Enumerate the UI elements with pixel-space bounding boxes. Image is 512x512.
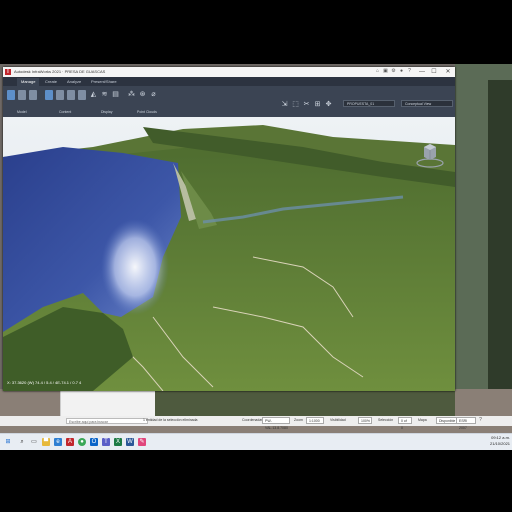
status-value-map[interactable]: Disponible <box>436 417 458 424</box>
windows-start-icon[interactable]: ⊞ <box>4 438 12 446</box>
background-panel <box>60 389 157 419</box>
user-icon[interactable]: ● <box>399 69 404 74</box>
window-title: Autodesk InfraWorks 2021 · PRESA DE GUAS… <box>14 69 106 74</box>
group-label-model: Model <box>17 110 27 114</box>
model-button[interactable] <box>7 90 15 100</box>
search-input[interactable]: Escribe aquí para buscar <box>66 418 148 424</box>
data-sources-button[interactable] <box>45 90 53 100</box>
styles-button[interactable] <box>67 90 75 100</box>
ribbon-panel: Model Content ◭ ≋ ▤ Display ⁂ ⊛ ⌀ Point … <box>3 86 455 118</box>
point-cloud-import-icon[interactable]: ⊛ <box>138 90 147 99</box>
status-label-selection: Selección <box>378 418 394 422</box>
status-bar: Escribe aquí para buscar 1 entidad de la… <box>0 416 512 430</box>
layers-icon[interactable]: ≋ <box>100 90 109 99</box>
table-icon[interactable]: ▤ <box>111 90 120 99</box>
group-label-content: Content <box>59 110 72 114</box>
tab-create[interactable]: Create <box>41 78 61 86</box>
status-label-visibility: Visibilidad <box>330 418 346 422</box>
task-view-icon[interactable]: ▭ <box>30 438 38 446</box>
terrain-scene <box>3 117 455 391</box>
pan-icon[interactable]: ✥ <box>324 100 333 109</box>
settings-icon[interactable]: ⚙ <box>391 69 396 74</box>
tools-icon[interactable]: ✂ <box>302 100 311 109</box>
group-label-point-clouds: Point Clouds <box>137 110 157 114</box>
infraworks-logo-icon[interactable]: I <box>5 69 11 75</box>
status-label-zoom: Zoom <box>294 418 303 422</box>
maximize-button[interactable]: ☐ <box>429 67 439 77</box>
style-palette-button[interactable] <box>56 90 64 100</box>
status-value-attribution: ESRI 2007 <box>456 417 476 430</box>
tab-manage[interactable]: Manage <box>17 78 40 86</box>
home-icon[interactable]: ⌂ <box>375 69 380 74</box>
tab-present-share[interactable]: Present/Share <box>87 78 121 86</box>
chrome-icon[interactable]: ● <box>78 438 86 446</box>
status-prompt: 1 entidad de la selección eliminada <box>143 418 198 422</box>
help-icon[interactable]: ? <box>407 69 412 74</box>
terrain-icon[interactable]: ◭ <box>89 90 98 99</box>
3d-viewport[interactable]: X: 37.3620 (W) 74.4 / 5.4 / 4E-74.1 / 0.… <box>3 117 455 391</box>
system-clock[interactable]: 09:12 a.m. 21/10/2021 <box>490 435 510 447</box>
point-cloud-edit-icon[interactable]: ⌀ <box>149 90 158 99</box>
status-value-visibility[interactable]: 100% <box>358 417 372 424</box>
measure-icon[interactable]: ⇲ <box>280 100 289 109</box>
model-builder-button[interactable] <box>29 90 37 100</box>
status-label-map: Mapa <box>418 418 427 422</box>
status-value-coordinates[interactable]: PW-VAL.13.8.7080 <box>262 417 290 430</box>
ribbon-tabs: Manage Create Analyze Present/Share <box>3 77 455 86</box>
proposal-select[interactable]: PROPUESTA_01 <box>343 100 395 107</box>
status-value-zoom[interactable]: 1:1000 <box>306 417 324 424</box>
minimize-button[interactable]: — <box>417 67 427 77</box>
autodesk-icon[interactable]: A <box>66 438 74 446</box>
word-icon[interactable]: W <box>126 438 134 446</box>
title-bar[interactable]: I Autodesk InfraWorks 2021 · PRESA DE GU… <box>3 67 455 77</box>
background-aerial-photo <box>155 389 455 417</box>
group-label-display: Display <box>101 110 113 114</box>
edge-icon[interactable]: e <box>54 438 62 446</box>
status-value-selection[interactable]: 0 of 0 <box>398 417 412 430</box>
infraworks-window: I Autodesk InfraWorks 2021 · PRESA DE GU… <box>3 67 455 391</box>
teams-icon[interactable]: T <box>102 438 110 446</box>
save-icon[interactable]: ▣ <box>383 69 388 74</box>
status-label-coordinates: Coordenadas <box>242 418 264 422</box>
outlook-icon[interactable]: O <box>90 438 98 446</box>
viewcube-icon[interactable] <box>415 139 445 169</box>
background-window-strip <box>488 80 512 420</box>
clock-date: 21/10/2021 <box>490 441 511 446</box>
tab-analyze[interactable]: Analyze <box>63 78 85 86</box>
coordinate-readout: X: 37.3620 (W) 74.4 / 5.4 / 4E-74.1 / 0.… <box>7 380 82 385</box>
excel-icon[interactable]: X <box>114 438 122 446</box>
help-icon[interactable]: ? <box>478 418 483 423</box>
sun-glare <box>101 219 169 315</box>
point-cloud-icon[interactable]: ⁂ <box>127 90 136 99</box>
windows-taskbar: ⊞ ⌕ ▭ ▀ e A ● O T X W ✎ 09:12 a.m. 21/10… <box>0 433 512 450</box>
model-properties-button[interactable] <box>18 90 26 100</box>
search-icon[interactable]: ⌕ <box>18 438 26 446</box>
select-icon[interactable]: ⬚ <box>291 100 300 109</box>
paint-icon[interactable]: ✎ <box>138 438 146 446</box>
content-button[interactable] <box>78 90 86 100</box>
explorer-icon[interactable]: ▀ <box>42 438 50 446</box>
bookmark-icon[interactable]: ⊞ <box>313 100 322 109</box>
close-button[interactable]: ✕ <box>443 67 453 77</box>
visual-style-select[interactable]: Conceptual View <box>401 100 453 107</box>
